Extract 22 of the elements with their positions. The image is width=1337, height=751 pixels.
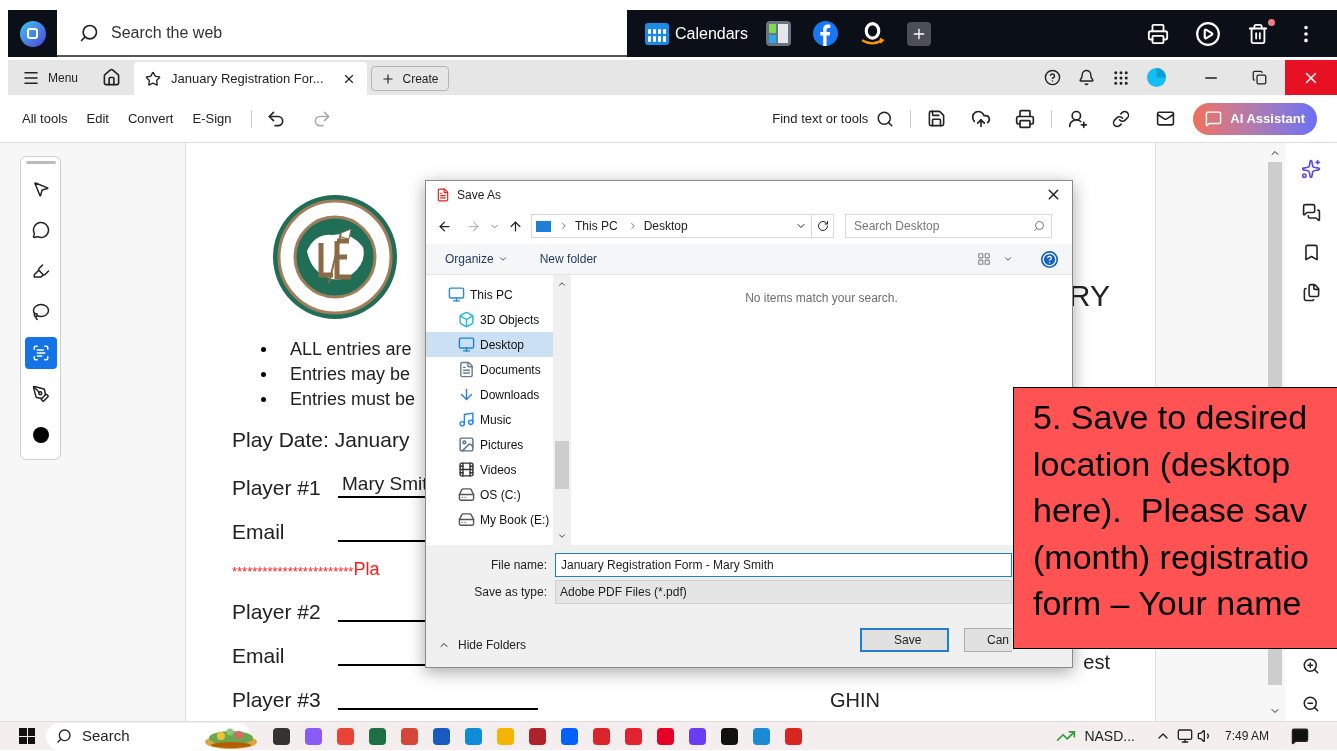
callout-text: 5. Save to desired (1033, 397, 1308, 438)
callout-text: (month) registratio (1033, 536, 1309, 578)
notice-text: Pla (353, 560, 380, 578)
bullet-text: ALL entries are (290, 338, 412, 361)
field-label: Email (232, 645, 286, 666)
dialog-title: Save As (457, 186, 502, 204)
field-label: Player #2 (232, 601, 322, 622)
field-label: File name: (489, 557, 548, 574)
callout-text: location (desktop (1033, 443, 1291, 485)
bullet-text: Entries may be (290, 363, 411, 386)
play-date-text: Play Date: January (232, 427, 410, 453)
field-label: Email (232, 521, 286, 542)
callout-text: here). Please sav (1033, 490, 1308, 531)
bullet-text: Entries must be (290, 388, 416, 411)
field-label: GHIN (830, 690, 880, 710)
callout-text: form – Your name (1033, 583, 1302, 624)
field-label: Player #3 (232, 689, 322, 710)
field-label: Save as type: (473, 584, 548, 601)
empty-message: No items match your search. (745, 290, 898, 307)
field-label: Player #1 (232, 477, 322, 498)
form-text: est (1083, 652, 1110, 672)
asterisk-line: ************************ (232, 565, 354, 578)
